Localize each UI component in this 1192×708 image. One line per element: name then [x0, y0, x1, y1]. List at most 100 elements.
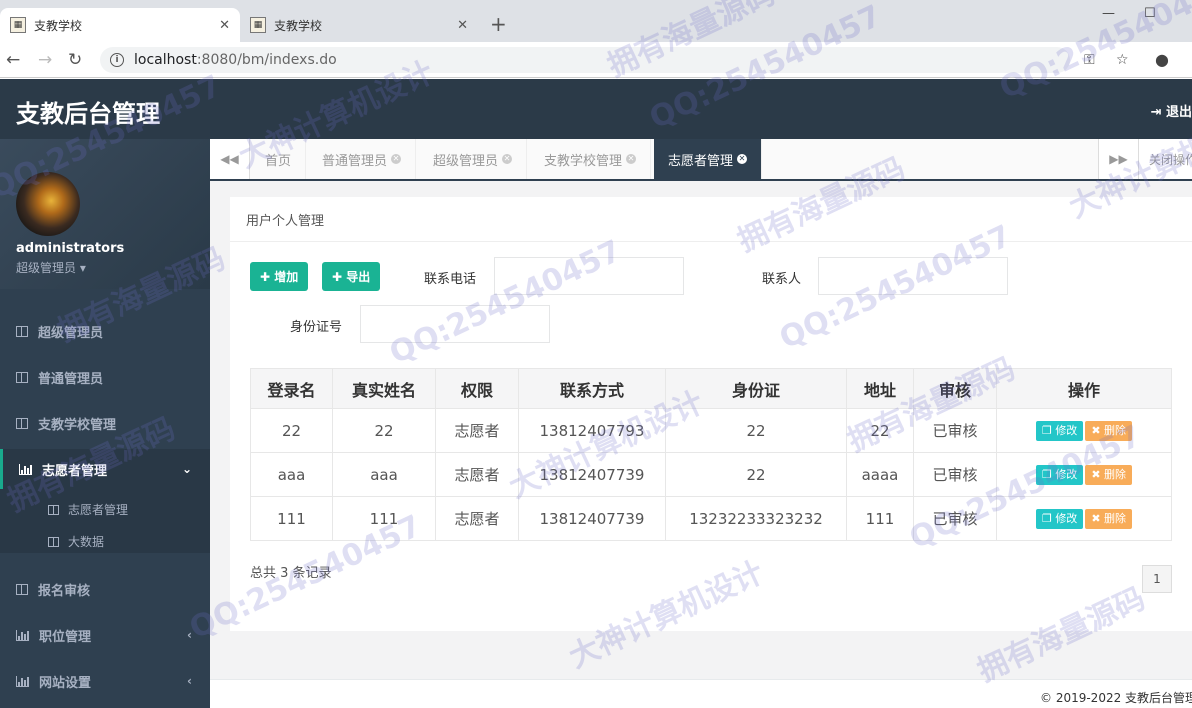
- sidebar-item-label: 职位管理: [39, 629, 92, 645]
- tab-label: 志愿者管理: [668, 153, 734, 169]
- close-tab-icon[interactable]: ✕: [391, 154, 402, 164]
- tabs-scroll-right-icon[interactable]: ▶▶: [1098, 139, 1138, 179]
- column-header: 操作: [996, 368, 1172, 409]
- sidebar-item-super-admin[interactable]: 超级管理员: [0, 311, 210, 351]
- cell-role: 志愿者: [435, 452, 519, 497]
- columns-icon: [16, 371, 28, 383]
- tab-home[interactable]: 首页: [251, 139, 307, 179]
- site-info-icon[interactable]: i: [110, 53, 124, 67]
- tab-label: 首页: [265, 153, 292, 169]
- new-tab-button[interactable]: +: [490, 12, 507, 36]
- cell-actions: ❐ 修改 ✖ 删除: [996, 496, 1172, 541]
- tab-normal-admin[interactable]: 普通管理员 ✕: [308, 139, 417, 179]
- key-icon[interactable]: ⚿: [1084, 52, 1095, 68]
- cell-phone: 13812407739: [518, 496, 666, 541]
- cell-login: aaa: [250, 452, 333, 497]
- sub-item-big-data[interactable]: 大数据: [48, 533, 104, 550]
- user-management-panel: 用户个人管理 ✚ 增加 ✚ 导出 联系电话 联系人 身份证号 登录名 真实姓名 …: [230, 197, 1192, 631]
- column-header[interactable]: 真实姓名: [332, 368, 436, 409]
- cell-realname: 111: [332, 496, 436, 541]
- volunteer-submenu: 志愿者管理 大数据: [0, 489, 210, 553]
- delete-button[interactable]: ✖ 删除: [1085, 421, 1133, 441]
- profile-icon[interactable]: ●: [1155, 50, 1169, 69]
- volunteer-table: 登录名 真实姓名 权限 联系方式 身份证 地址 审核 操作 22 22 志愿者 …: [250, 368, 1172, 541]
- sidebar-item-site-settings[interactable]: 网站设置 ‹: [0, 661, 210, 701]
- delete-button[interactable]: ✖ 删除: [1085, 465, 1133, 485]
- logout-label: 退出: [1165, 105, 1192, 120]
- user-role-dropdown[interactable]: 超级管理员 ▾: [16, 259, 86, 276]
- edit-icon: ❐: [1041, 512, 1056, 525]
- cell-address: aaaa: [846, 452, 914, 497]
- edit-button[interactable]: ❐ 修改: [1035, 509, 1084, 529]
- edit-button[interactable]: ❐ 修改: [1035, 421, 1084, 441]
- table-row: aaa aaa 志愿者 13812407739 22 aaaa 已审核 ❐ 修改…: [250, 452, 1172, 497]
- column-header[interactable]: 联系方式: [518, 368, 666, 409]
- cell-phone: 13812407739: [518, 452, 666, 497]
- chevron-left-icon: ‹: [187, 628, 192, 642]
- tab-label: 超级管理员: [433, 153, 499, 169]
- sidebar-item-label: 志愿者管理: [42, 463, 108, 479]
- sub-item-label: 大数据: [68, 535, 105, 549]
- close-tab-icon[interactable]: ✕: [737, 154, 748, 164]
- edit-icon: ❐: [1041, 468, 1056, 481]
- sidebar-item-position[interactable]: 职位管理 ‹: [0, 615, 210, 655]
- sub-item-label: 志愿者管理: [68, 503, 129, 517]
- tab-super-admin[interactable]: 超级管理员 ✕: [419, 139, 528, 179]
- export-button[interactable]: ✚ 导出: [322, 262, 381, 291]
- delete-icon: ✖: [1091, 468, 1105, 481]
- phone-label: 联系电话: [424, 272, 477, 287]
- tab-school[interactable]: 支教学校管理 ✕: [530, 139, 652, 179]
- tab-volunteer[interactable]: 志愿者管理 ✕: [654, 139, 763, 179]
- delete-button[interactable]: ✖ 删除: [1085, 509, 1133, 529]
- add-button[interactable]: ✚ 增加: [250, 262, 309, 291]
- edit-button[interactable]: ❐ 修改: [1035, 465, 1084, 485]
- sidebar-item-volunteer[interactable]: 志愿者管理 ⌄: [0, 449, 210, 489]
- table-row: 111 111 志愿者 13812407739 13232233323232 1…: [250, 496, 1172, 541]
- star-icon[interactable]: ☆: [1116, 52, 1129, 68]
- browser-tab-1[interactable]: ▦ 支教学校 ✕: [0, 8, 240, 42]
- close-operations-button[interactable]: 关闭操作: [1138, 139, 1192, 179]
- contact-input[interactable]: [818, 257, 1008, 295]
- url-host: localhost: [134, 52, 197, 68]
- main-content: ◀◀ 首页 普通管理员 ✕ 超级管理员 ✕ 支教学校管理 ✕ 志愿者管理 ✕ ▶▶ 关闭…: [210, 139, 1192, 708]
- idcard-input[interactable]: [360, 305, 550, 343]
- back-icon[interactable]: ←: [6, 50, 20, 70]
- column-header[interactable]: 身份证: [665, 368, 847, 409]
- logout-button[interactable]: ⇥ 退出: [1151, 101, 1192, 120]
- logout-icon: ⇥: [1150, 105, 1166, 120]
- app-header: 支教后台管理 ⇥ 退出: [0, 79, 1192, 139]
- column-header[interactable]: 登录名: [250, 368, 333, 409]
- page-button[interactable]: 1: [1142, 565, 1172, 593]
- sidebar-item-school[interactable]: 支教学校管理: [0, 403, 210, 443]
- columns-icon: [16, 583, 28, 595]
- sidebar-item-label: 网站设置: [39, 675, 92, 691]
- bar-chart-icon: [19, 463, 32, 475]
- maximize-icon[interactable]: ☐: [1144, 6, 1156, 21]
- column-header[interactable]: 地址: [846, 368, 914, 409]
- panel-title: 用户个人管理: [246, 214, 325, 229]
- tabs-scroll-left-icon[interactable]: ◀◀: [210, 139, 250, 179]
- sidebar-item-normal-admin[interactable]: 普通管理员: [0, 357, 210, 397]
- cell-login: 111: [250, 496, 333, 541]
- sidebar-item-enroll-review[interactable]: 报名审核: [0, 569, 210, 609]
- url-field[interactable]: i localhost:8080/bm/indexs.do: [100, 47, 1070, 73]
- close-tab-icon[interactable]: ✕: [219, 18, 230, 33]
- close-tab-icon[interactable]: ✕: [626, 154, 637, 164]
- phone-input[interactable]: [494, 257, 684, 295]
- close-tab-icon[interactable]: ✕: [502, 154, 513, 164]
- column-header[interactable]: 权限: [435, 368, 519, 409]
- close-tab-icon[interactable]: ✕: [457, 18, 468, 33]
- forward-icon[interactable]: →: [38, 50, 52, 70]
- columns-icon: [48, 536, 59, 547]
- edit-label: 修改: [1055, 424, 1078, 437]
- avatar[interactable]: [16, 172, 80, 236]
- cell-realname: aaa: [332, 452, 436, 497]
- browser-tab-2[interactable]: ▦ 支教学校 ✕: [240, 8, 478, 42]
- delete-icon: ✖: [1091, 424, 1105, 437]
- reload-icon[interactable]: ↻: [68, 50, 82, 70]
- tab-label: 支教学校管理: [544, 153, 623, 169]
- sub-item-volunteer-manage[interactable]: 志愿者管理: [48, 501, 128, 518]
- minimize-icon[interactable]: —: [1102, 6, 1115, 21]
- cell-status: 已审核: [913, 496, 997, 541]
- column-header[interactable]: 审核: [913, 368, 997, 409]
